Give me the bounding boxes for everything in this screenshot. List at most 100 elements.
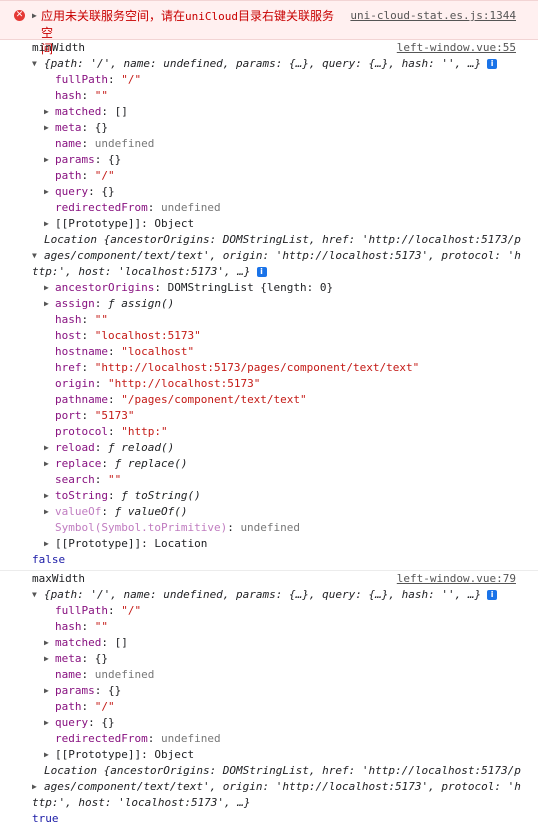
prop-row: fullPath: "/"	[0, 603, 538, 619]
expand-triangle-icon[interactable]: ▶	[44, 635, 49, 651]
prop-row[interactable]: ▶ valueOf: ƒ valueOf()	[0, 504, 538, 520]
location-summary-line[interactable]: ttp:', host: 'localhost:5173', …} i	[0, 264, 538, 280]
colon: :	[154, 281, 161, 294]
prop-key: hash	[55, 620, 82, 633]
prop-key: reload	[55, 441, 95, 454]
colon: :	[141, 217, 148, 230]
expand-triangle-icon[interactable]: ▶	[44, 651, 49, 667]
expand-triangle-icon[interactable]: ▶	[44, 504, 49, 520]
expand-triangle-icon[interactable]: ▶	[44, 488, 49, 504]
prop-row[interactable]: ▶ query: {}	[0, 715, 538, 731]
info-icon[interactable]: i	[256, 267, 267, 277]
prop-value: ƒ toString()	[121, 489, 201, 502]
expand-triangle-icon[interactable]: ▶	[44, 296, 49, 312]
colon: :	[81, 329, 89, 342]
prop-row: fullPath: "/"	[0, 72, 538, 88]
expand-triangle-icon[interactable]: ▶	[44, 120, 49, 136]
prop-row[interactable]: ▶ matched: []	[0, 104, 538, 120]
prop-row: hash: ""	[0, 312, 538, 328]
expand-triangle-icon[interactable]: ▶	[44, 683, 49, 699]
prop-row[interactable]: ▶ replace: ƒ replace()	[0, 456, 538, 472]
prop-key: pathname	[55, 393, 108, 406]
colon: :	[107, 604, 115, 617]
prop-value: {}	[94, 121, 108, 134]
expand-triangle-icon[interactable]: ▶	[44, 715, 49, 731]
route-object-summary[interactable]: ▼ {path: '/', name: undefined, params: {…	[0, 587, 538, 603]
prop-key: origin	[55, 377, 95, 390]
expand-triangle-icon[interactable]: ▶	[44, 216, 49, 232]
prop-row[interactable]: ▶ toString: ƒ toString()	[0, 488, 538, 504]
expand-triangle-icon[interactable]: ▶	[44, 152, 49, 168]
prop-row: name: undefined	[0, 667, 538, 683]
prop-key: query	[55, 185, 89, 198]
expand-triangle-icon[interactable]: ▶	[44, 104, 49, 120]
error-source-link[interactable]: uni-cloud-stat.es.js:1344	[350, 9, 516, 22]
prop-value: "/"	[94, 169, 115, 182]
colon: :	[81, 652, 89, 665]
prop-row: redirectedFrom: undefined	[0, 200, 538, 216]
info-icon[interactable]: i	[487, 59, 498, 69]
location-summary-line[interactable]: ttp:', host: 'localhost:5173', …}	[0, 795, 538, 811]
source-link[interactable]: left-window.vue:55	[397, 40, 516, 56]
prop-key: [[Prototype]]	[55, 537, 142, 550]
prop-row[interactable]: ▶ meta: {}	[0, 120, 538, 136]
prop-row[interactable]: ▶ ancestorOrigins: DOMStringList {length:…	[0, 280, 538, 296]
prop-row[interactable]: ▶ [[Prototype]]: Object	[0, 747, 538, 763]
location-summary-text: Location {ancestorOrigins: DOMStringList…	[44, 233, 521, 246]
prop-row: port: "5173"	[0, 408, 538, 424]
prop-row[interactable]: ▶ params: {}	[0, 152, 538, 168]
collapse-triangle-icon[interactable]: ▼	[32, 56, 37, 72]
prop-row[interactable]: ▶ query: {}	[0, 184, 538, 200]
colon: :	[81, 668, 89, 681]
expand-triangle-icon[interactable]: ▶	[44, 440, 49, 456]
prop-row[interactable]: ▶ params: {}	[0, 683, 538, 699]
prop-value: []	[114, 636, 128, 649]
expand-triangle-icon[interactable]: ▶	[32, 11, 37, 20]
expand-triangle-icon[interactable]: ▶	[32, 779, 37, 795]
prop-key: fullPath	[55, 604, 108, 617]
prop-key: query	[55, 716, 89, 729]
prop-key: [[Prototype]]	[55, 217, 142, 230]
location-summary-line[interactable]: ▶ ages/component/text/text', origin: 'htt…	[0, 779, 538, 795]
route-object-summary[interactable]: ▼ {path: '/', name: undefined, params: {…	[0, 56, 538, 72]
expand-triangle-icon[interactable]: ▶	[44, 747, 49, 763]
prop-key: search	[55, 473, 95, 486]
colon: :	[101, 505, 108, 518]
prop-row[interactable]: ▶ matched: []	[0, 635, 538, 651]
colon: :	[227, 521, 234, 534]
prop-row[interactable]: ▶ meta: {}	[0, 651, 538, 667]
error-text-part: 应用未关联服务空间，请在	[41, 9, 186, 23]
expand-triangle-icon[interactable]: ▶	[44, 536, 49, 552]
info-icon[interactable]: i	[487, 590, 498, 600]
location-summary-text: Location {ancestorOrigins: DOMStringList…	[44, 764, 521, 777]
colon: :	[94, 684, 102, 697]
location-summary-text: ttp:', host: 'localhost:5173', …}	[32, 796, 251, 809]
prop-row[interactable]: ▶ reload: ƒ reload()	[0, 440, 538, 456]
colon: :	[94, 441, 102, 454]
prop-value: "http://localhost:5173"	[108, 377, 261, 390]
prop-key: redirectedFrom	[55, 732, 148, 745]
prop-row: pathname: "/pages/component/text/text"	[0, 392, 538, 408]
colon: :	[101, 457, 108, 470]
colon: :	[141, 748, 148, 761]
prop-value: Object	[154, 748, 195, 761]
location-summary-line[interactable]: Location {ancestorOrigins: DOMStringList…	[0, 763, 538, 779]
source-link[interactable]: left-window.vue:79	[397, 571, 516, 587]
collapse-triangle-icon[interactable]: ▼	[32, 587, 37, 603]
prop-row[interactable]: ▶ [[Prototype]]: Object	[0, 216, 538, 232]
prop-row[interactable]: ▶ assign: ƒ assign()	[0, 296, 538, 312]
location-summary-line[interactable]: Location {ancestorOrigins: DOMStringList…	[0, 232, 538, 248]
location-summary-line[interactable]: ▼ ages/component/text/text', origin: 'htt…	[0, 248, 538, 264]
prop-key: ancestorOrigins	[55, 281, 155, 294]
log-label-text: minWidth	[32, 41, 85, 54]
expand-triangle-icon[interactable]: ▶	[44, 184, 49, 200]
expand-triangle-icon[interactable]: ▶	[44, 456, 49, 472]
prop-key: meta	[55, 121, 82, 134]
expand-triangle-icon[interactable]: ▶	[44, 280, 49, 296]
colon: :	[81, 137, 89, 150]
prop-value: ƒ replace()	[114, 457, 188, 470]
route-summary-text: {path: '/', name: undefined, params: {…}…	[44, 57, 482, 70]
collapse-triangle-icon[interactable]: ▼	[32, 248, 37, 264]
prop-row[interactable]: ▶ [[Prototype]]: Location	[0, 536, 538, 552]
prop-key: hostname	[55, 345, 108, 358]
